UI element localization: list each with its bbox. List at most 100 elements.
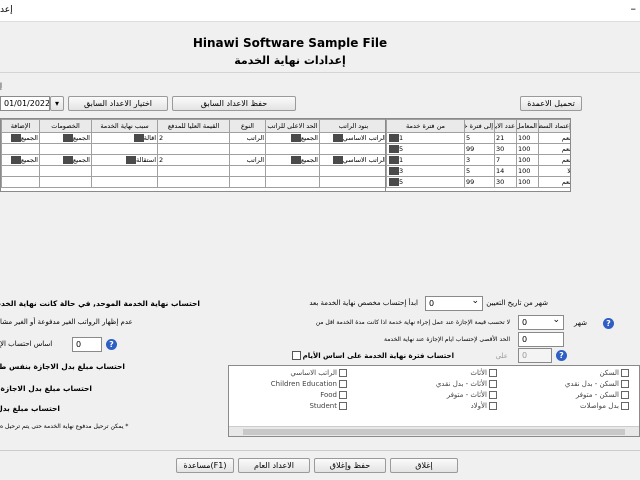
table-cell[interactable] [157, 143, 230, 155]
lookup-icon[interactable] [290, 134, 301, 142]
general-settings-button[interactable]: الاعداد العام [238, 458, 310, 473]
list-item-checkbox[interactable] [621, 380, 629, 388]
table-cell[interactable] [265, 143, 320, 155]
date-field[interactable]: 01/01/2022 [0, 96, 50, 111]
table-cell[interactable] [91, 176, 158, 188]
calendar-dropdown-icon[interactable]: ▾ [50, 96, 64, 111]
lookup-icon[interactable] [290, 156, 301, 164]
table-cell[interactable]: 100 [516, 176, 539, 188]
table-cell[interactable]: الراتب الاساسي [319, 132, 385, 144]
lookup-icon[interactable] [332, 134, 343, 142]
list-item[interactable]: بدل مواصلات [580, 402, 631, 410]
table-cell[interactable] [91, 143, 158, 155]
column-header[interactable]: عدد الايام [494, 119, 517, 133]
lookup-icon[interactable] [389, 178, 399, 186]
lookup-icon[interactable] [10, 134, 21, 142]
table-cell[interactable]: 5 [386, 143, 465, 155]
list-item-checkbox[interactable] [489, 402, 497, 410]
table-cell[interactable]: الجميع [265, 132, 320, 144]
column-header[interactable]: القيمة العليا للمدفع [157, 119, 230, 133]
table-cell[interactable] [319, 143, 385, 155]
lookup-icon[interactable] [10, 156, 21, 164]
lookup-icon[interactable] [389, 167, 399, 175]
help-icon[interactable]: ? [106, 339, 117, 350]
table-cell[interactable]: نعم [538, 132, 570, 144]
list-item-checkbox[interactable] [489, 380, 497, 388]
help-icon[interactable]: ? [603, 318, 614, 329]
list-item-checkbox[interactable] [339, 380, 347, 388]
horizontal-scrollbar[interactable] [229, 426, 639, 436]
table-cell[interactable]: 30 [494, 176, 517, 188]
list-item[interactable]: السكن - بدل نقدي [565, 380, 631, 388]
table-cell[interactable]: 5 [464, 165, 495, 177]
table-cell[interactable]: نعم [538, 154, 570, 166]
column-header[interactable]: سبب نهاية الخدمة [91, 119, 158, 133]
table-cell[interactable] [1, 165, 40, 177]
table-cell[interactable] [39, 143, 92, 155]
table-row[interactable] [1, 143, 385, 155]
table-cell[interactable]: 2 [157, 132, 230, 144]
column-header[interactable]: إلى فترة خدمة [464, 119, 495, 133]
table-cell[interactable]: 99 [464, 143, 495, 155]
choose-previous-button[interactable]: اختيار الاعداد السابق [68, 96, 168, 111]
save-previous-button[interactable]: حفظ الاعداد السابق [172, 96, 296, 111]
table-cell[interactable]: الراتب الاساسي [319, 154, 385, 166]
table-row[interactable]: نعم 100 30 99 5 [386, 143, 570, 155]
table-cell[interactable]: 30 [494, 143, 517, 155]
table-cell[interactable]: الراتب [229, 154, 266, 166]
list-item[interactable]: الأثاث - متوفر [447, 391, 499, 399]
table-cell[interactable] [319, 176, 385, 188]
table-cell[interactable]: 100 [516, 165, 539, 177]
table-cell[interactable] [229, 165, 266, 177]
table-cell[interactable] [1, 176, 40, 188]
column-header[interactable]: من فترة خدمة [386, 119, 465, 133]
table-cell[interactable]: الجميع [1, 154, 40, 166]
table-row[interactable] [1, 176, 385, 188]
list-item[interactable]: Food [320, 391, 349, 399]
lookup-icon[interactable] [62, 156, 73, 164]
list-item[interactable]: السكن [599, 369, 631, 377]
table-cell[interactable]: 5 [386, 176, 465, 188]
lookup-icon[interactable] [126, 156, 137, 164]
table-cell[interactable]: اقالة [91, 132, 158, 144]
max-days-input[interactable]: 0 [518, 332, 564, 347]
list-item-checkbox[interactable] [489, 369, 497, 377]
list-item[interactable]: الأولاد [471, 402, 499, 410]
table-cell[interactable]: نعم [538, 176, 570, 188]
service-period-grid[interactable]: إعتماد السطر السابقالمعاملعدد الايامإلى … [385, 118, 571, 192]
table-row[interactable]: نعم 100 30 99 5 [386, 176, 570, 188]
lookup-icon[interactable] [389, 134, 399, 142]
column-header[interactable]: الخصومات [39, 119, 92, 133]
minimize-icon[interactable]: – [631, 2, 637, 15]
list-item-checkbox[interactable] [621, 391, 629, 399]
table-row[interactable]: الراتب الاساسي الجميع الراتب 2 استقالة الجميع… [1, 154, 385, 166]
list-item[interactable]: الراتب الاساسي [290, 369, 349, 377]
table-row[interactable] [1, 165, 385, 177]
table-cell[interactable]: 100 [516, 143, 539, 155]
column-header[interactable]: إعتماد السطر السابق [538, 119, 570, 133]
lookup-icon[interactable] [332, 156, 343, 164]
table-cell[interactable] [1, 143, 40, 155]
list-item-checkbox[interactable] [489, 391, 497, 399]
list-item-checkbox[interactable] [621, 369, 629, 377]
leave-months-dropdown[interactable]: 0 [518, 315, 564, 330]
on-days-input[interactable]: 0 [518, 348, 552, 363]
table-cell[interactable] [91, 165, 158, 177]
salary-items-grid[interactable]: بنود الراتب الحد الاعلى للراتب النوع القيمة… [0, 118, 386, 192]
lookup-icon[interactable] [389, 145, 399, 153]
table-cell[interactable] [157, 165, 230, 177]
table-cell[interactable]: 14 [494, 165, 517, 177]
list-item-checkbox[interactable] [339, 369, 347, 377]
table-cell[interactable] [229, 143, 266, 155]
table-cell[interactable]: 3 [464, 154, 495, 166]
start-months-dropdown[interactable]: 0 [425, 296, 483, 311]
table-cell[interactable]: 7 [494, 154, 517, 166]
period-days-checkbox[interactable] [292, 351, 301, 360]
table-cell[interactable]: الجميع [265, 154, 320, 166]
table-cell[interactable] [265, 165, 320, 177]
table-cell[interactable]: لا [538, 165, 570, 177]
save-close-button[interactable]: حفظ وإغلاق [314, 458, 386, 473]
lookup-icon[interactable] [62, 134, 73, 142]
table-cell[interactable] [229, 176, 266, 188]
list-item-checkbox[interactable] [339, 391, 347, 399]
